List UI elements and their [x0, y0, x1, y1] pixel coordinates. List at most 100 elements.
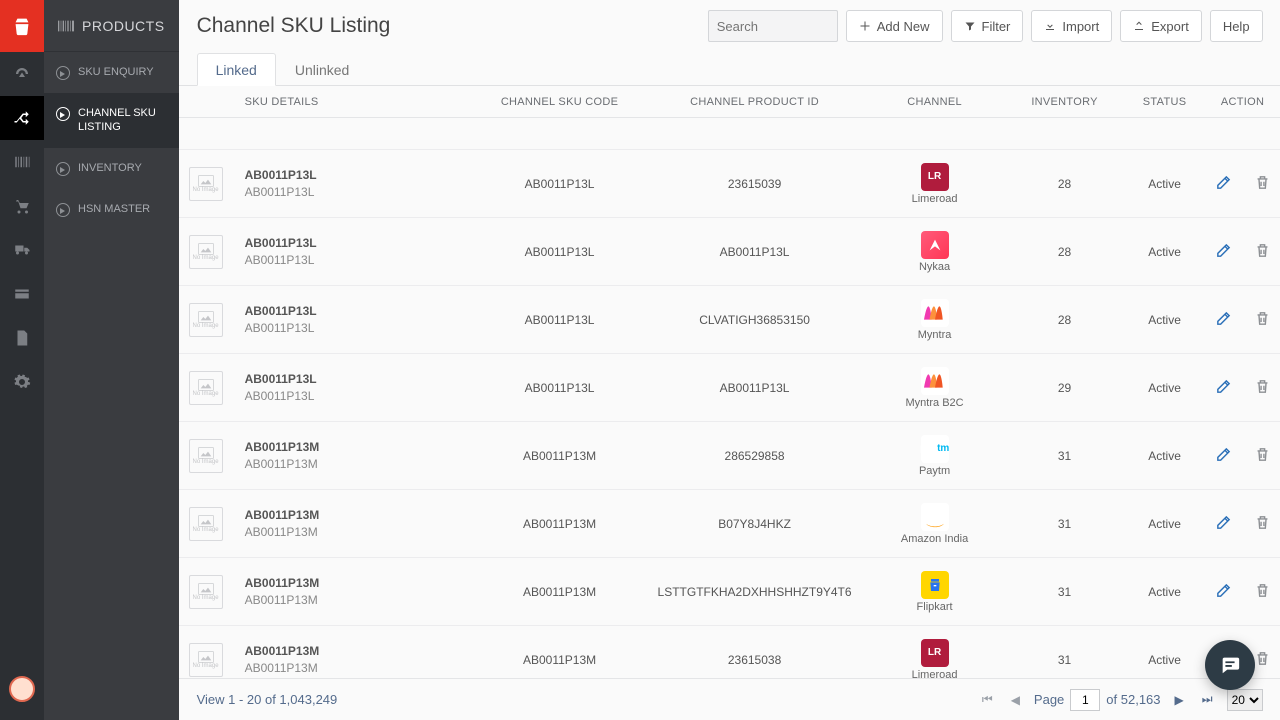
- cell-status: Active: [1115, 381, 1215, 395]
- edit-button[interactable]: [1215, 582, 1232, 602]
- edit-button[interactable]: [1215, 310, 1232, 330]
- cell-status: Active: [1115, 245, 1215, 259]
- export-button[interactable]: Export: [1120, 10, 1202, 42]
- cell-channel-sku-code: AB0011P13M: [465, 449, 655, 463]
- pager-first[interactable]: ⏮: [978, 692, 997, 707]
- no-image-icon: No Image: [189, 167, 223, 201]
- chat-button[interactable]: [1205, 640, 1255, 690]
- import-label: Import: [1062, 19, 1099, 34]
- add-new-button[interactable]: Add New: [846, 10, 943, 42]
- cell-channel: Myntra B2C: [855, 367, 1015, 409]
- edit-button[interactable]: [1215, 514, 1232, 534]
- sidebar-item-channel-sku[interactable]: CHANNEL SKU LISTING: [44, 93, 179, 148]
- sku-sub: AB0011P13M: [245, 661, 465, 675]
- cell-channel-product-id: LSTTGTFKHA2DXHHSHHZT9Y4T6: [655, 585, 855, 599]
- cell-inventory: 28: [1015, 245, 1115, 259]
- tab-linked[interactable]: Linked: [197, 53, 276, 86]
- cell-channel: Myntra: [855, 299, 1015, 341]
- sku-main: AB0011P13M: [245, 440, 465, 454]
- sku-sub: AB0011P13L: [245, 321, 465, 335]
- channel-name: Myntra: [918, 329, 952, 341]
- sku-main: AB0011P13L: [245, 168, 465, 182]
- card-icon: [13, 285, 31, 303]
- table-row: No ImageAB0011P13LAB0011P13LAB0011P13LAB…: [179, 354, 1280, 422]
- cell-channel-product-id: AB0011P13L: [655, 381, 855, 395]
- sidebar-item-inventory[interactable]: INVENTORY: [44, 148, 179, 189]
- sku-main: AB0011P13L: [245, 372, 465, 386]
- search-box[interactable]: [708, 10, 838, 42]
- edit-button[interactable]: [1215, 378, 1232, 398]
- table-row: No ImageAB0011P13MAB0011P13MAB0011P13MB0…: [179, 490, 1280, 558]
- cell-channel-product-id: 286529858: [655, 449, 855, 463]
- table-row: No ImageAB0011P13LAB0011P13LAB0011P13LCL…: [179, 286, 1280, 354]
- cell-channel-product-id: AB0011P13L: [655, 245, 855, 259]
- table-row: No ImageAB0011P13MAB0011P13MAB0011P13M23…: [179, 626, 1280, 678]
- table-row: No ImageAB0011P13LAB0011P13LAB0011P13LAB…: [179, 218, 1280, 286]
- help-label: Help: [1223, 19, 1250, 34]
- filter-button[interactable]: Filter: [951, 10, 1024, 42]
- cell-channel: Flipkart: [855, 571, 1015, 613]
- table-row: No ImageAB0011P13LAB0011P13LAB0011P13L23…: [179, 150, 1280, 218]
- pager-of-text: of 52,163: [1106, 692, 1160, 707]
- table-body[interactable]: No ImageAB0011P13LAB0011P13LAB0011P13L23…: [179, 118, 1280, 678]
- sidebar-item-label: SKU ENQUIRY: [78, 65, 154, 79]
- rail-payments[interactable]: [0, 272, 44, 316]
- cell-status: Active: [1115, 653, 1215, 667]
- edit-button[interactable]: [1215, 174, 1232, 194]
- sku-main: AB0011P13M: [245, 576, 465, 590]
- cell-status: Active: [1115, 313, 1215, 327]
- delete-button[interactable]: [1254, 582, 1271, 602]
- no-image-icon: No Image: [189, 575, 223, 609]
- cell-channel-sku-code: AB0011P13L: [465, 381, 655, 395]
- help-button[interactable]: Help: [1210, 10, 1263, 42]
- sku-sub: AB0011P13L: [245, 185, 465, 199]
- pager-next[interactable]: ▶: [1171, 693, 1188, 707]
- delete-button[interactable]: [1254, 650, 1271, 670]
- delete-button[interactable]: [1254, 174, 1271, 194]
- rail-inventory[interactable]: [0, 140, 44, 184]
- no-image-icon: No Image: [189, 371, 223, 405]
- sidebar-section-label: PRODUCTS: [82, 18, 165, 34]
- sidebar-item-sku-enquiry[interactable]: SKU ENQUIRY: [44, 52, 179, 93]
- document-icon: [13, 329, 31, 347]
- cell-channel-product-id: B07Y8J4HKZ: [655, 517, 855, 531]
- col-channel-product-id: CHANNEL PRODUCT ID: [655, 96, 855, 108]
- logo-icon: [11, 15, 33, 37]
- table-row: No ImageAB0011P13MAB0011P13MAB0011P13MLS…: [179, 558, 1280, 626]
- cell-channel: paytmPaytm: [855, 435, 1015, 477]
- user-avatar[interactable]: [9, 676, 35, 702]
- pager-last[interactable]: ⏭: [1198, 692, 1217, 707]
- truck-icon: [13, 241, 31, 259]
- channel-name: Flipkart: [917, 601, 953, 613]
- rail-orders[interactable]: [0, 184, 44, 228]
- pagination-bar: View 1 - 20 of 1,043,249 ⏮ ◀ Page of 52,…: [179, 678, 1280, 720]
- delete-button[interactable]: [1254, 378, 1271, 398]
- rail-settings[interactable]: [0, 360, 44, 404]
- rail-shipping[interactable]: [0, 228, 44, 272]
- tab-unlinked[interactable]: Unlinked: [276, 53, 368, 86]
- pager-page-input[interactable]: [1070, 689, 1100, 711]
- sku-main: AB0011P13M: [245, 644, 465, 658]
- cell-inventory: 31: [1015, 653, 1115, 667]
- import-button[interactable]: Import: [1031, 10, 1112, 42]
- sidebar-item-label: HSN MASTER: [78, 202, 150, 216]
- delete-button[interactable]: [1254, 242, 1271, 262]
- delete-button[interactable]: [1254, 446, 1271, 466]
- export-label: Export: [1151, 19, 1189, 34]
- cell-inventory: 28: [1015, 177, 1115, 191]
- download-icon: [1044, 20, 1056, 32]
- delete-button[interactable]: [1254, 310, 1271, 330]
- rail-products[interactable]: [0, 96, 44, 140]
- rail-reports[interactable]: [0, 316, 44, 360]
- cell-inventory: 31: [1015, 585, 1115, 599]
- cell-status: Active: [1115, 449, 1215, 463]
- sidebar-item-hsn-master[interactable]: HSN MASTER: [44, 189, 179, 230]
- sku-sub: AB0011P13M: [245, 593, 465, 607]
- rail-dashboard[interactable]: [0, 52, 44, 96]
- edit-button[interactable]: [1215, 446, 1232, 466]
- pager-page-size[interactable]: 20: [1227, 689, 1263, 711]
- pager-prev[interactable]: ◀: [1007, 693, 1024, 707]
- delete-button[interactable]: [1254, 514, 1271, 534]
- edit-button[interactable]: [1215, 242, 1232, 262]
- app-logo[interactable]: [0, 0, 44, 52]
